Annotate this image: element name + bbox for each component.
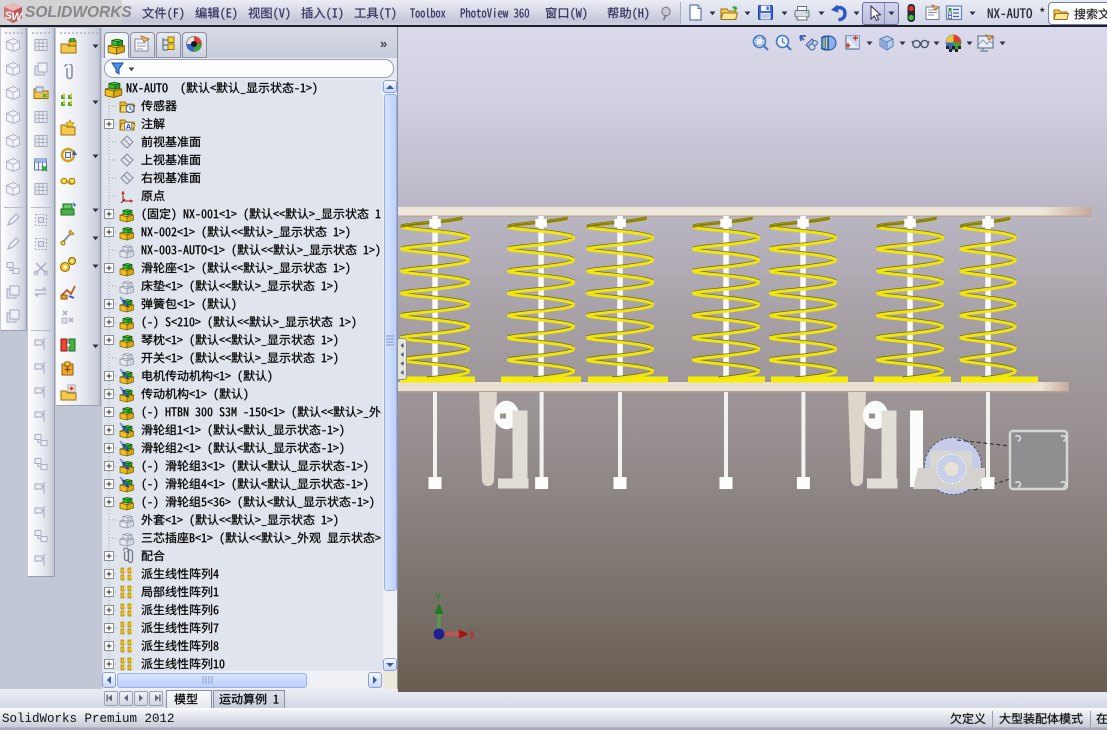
svg-text:W: W	[12, 11, 24, 23]
